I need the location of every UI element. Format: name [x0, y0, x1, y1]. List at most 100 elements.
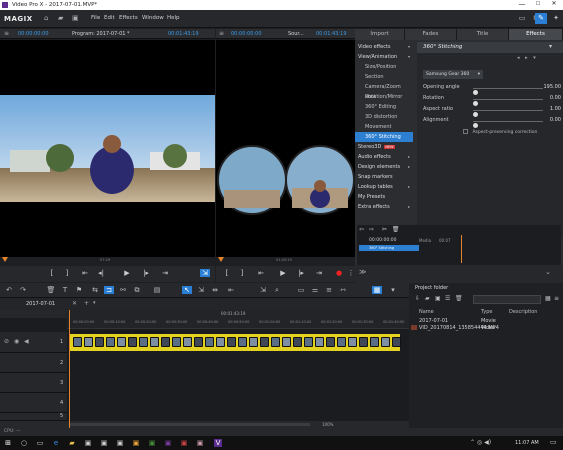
redo-arrow-icon[interactable]: ⇨ [369, 226, 374, 233]
expand-arrow-icon[interactable]: ▾ [408, 42, 410, 52]
delete-icon[interactable]: 🗑 [46, 286, 56, 294]
edge-browser-icon[interactable]: e [52, 439, 60, 447]
ripple-icon[interactable]: ⊐ [104, 286, 114, 294]
tab-menu-icon[interactable]: ▾ [93, 300, 96, 306]
system-tray-icons[interactable]: ⌃ ◎ ◀) [470, 439, 491, 446]
category-item[interactable]: Snap markers [355, 172, 413, 182]
taskbar-app-icon[interactable]: ▣ [180, 439, 188, 447]
split-icon[interactable]: ⇆ [90, 286, 100, 294]
notification-icon[interactable]: ▭ [550, 438, 557, 446]
trim-view-icon[interactable]: ⇿ [338, 286, 348, 294]
category-item[interactable]: View/Animation ▾ [355, 52, 413, 62]
timeline-horizontal-scrollbar[interactable] [70, 423, 310, 426]
mark-out-icon[interactable]: ] [237, 269, 247, 277]
collapse-panel-icon[interactable]: ≫ [359, 268, 366, 276]
go-start-icon[interactable]: ⇤ [256, 269, 266, 277]
go-end-icon[interactable]: ⇥ [314, 269, 324, 277]
mini-effect-track[interactable]: 360° Stitching [359, 245, 419, 251]
go-start-icon[interactable]: ⇤ [80, 269, 90, 277]
video-pro-x-taskbar-icon[interactable]: V [214, 439, 222, 447]
list-icon[interactable]: ☰ [445, 295, 450, 302]
taskbar-app-icon[interactable]: ▣ [100, 439, 108, 447]
taskbar-app-icon[interactable]: ▣ [164, 439, 172, 447]
mark-out-icon[interactable]: ] [62, 269, 72, 277]
task-view-icon[interactable]: ▭ [36, 439, 44, 447]
project-search-input[interactable] [473, 295, 541, 304]
col-name[interactable]: Name [419, 309, 434, 315]
panel-chevron-icon[interactable]: ⌄ [545, 268, 551, 276]
redo-icon[interactable]: ↷ [18, 286, 28, 294]
source-monitor-view[interactable] [216, 40, 355, 257]
program-timecode-start[interactable]: 00:00:00:00 [18, 31, 49, 37]
range-icon[interactable]: ⇲ [196, 286, 206, 294]
taskbar-app-icon[interactable]: ▣ [84, 439, 92, 447]
folder-icon[interactable]: ▰ [425, 295, 430, 302]
tab-project[interactable]: 2017-07-01 [26, 301, 55, 307]
expand-arrow-icon[interactable]: ▸ [408, 152, 410, 162]
fullscreen-icon[interactable]: ⇲ [200, 269, 210, 277]
expand-arrow-icon[interactable]: ▾ [408, 52, 410, 62]
category-item[interactable]: Extra effects ▸ [355, 202, 413, 212]
mark-in-icon[interactable]: [ [47, 269, 57, 277]
slider-knob[interactable] [473, 123, 478, 128]
audio-mixer-icon[interactable]: ≡ [324, 286, 334, 294]
cut-icon[interactable]: ✂ [382, 226, 387, 233]
tab-title[interactable]: Title [457, 29, 509, 40]
category-item[interactable]: Lookup tables ▸ [355, 182, 413, 192]
menu-icon[interactable]: ≡ [4, 30, 9, 37]
category-item[interactable]: Rotation/Mirror [355, 92, 413, 102]
source-timecode-start[interactable]: 00:00:00:00 [231, 31, 262, 37]
playhead-marker-icon[interactable] [2, 257, 8, 262]
close-tab-icon[interactable]: ✕ [72, 300, 77, 307]
preset-menu-icon[interactable]: ▾ [533, 55, 536, 61]
program-scrub-bar[interactable]: 07:29 [0, 257, 215, 266]
menu-file[interactable]: File [91, 15, 100, 21]
track-header-4[interactable]: 4 [0, 393, 67, 413]
group-icon[interactable]: ⧉ [132, 286, 142, 295]
menu-help[interactable]: Help [167, 15, 180, 21]
zoom-level[interactable]: 100% [322, 422, 333, 427]
razor-icon[interactable]: ⇲ [258, 286, 268, 294]
taskbar-app-icon[interactable]: ▣ [116, 439, 124, 447]
menu-effects[interactable]: Effects [119, 15, 138, 21]
alignment-slider[interactable] [473, 121, 543, 128]
camera-select[interactable]: Samsung Gear 360 ▾ [423, 70, 483, 79]
program-monitor-view[interactable] [0, 40, 215, 257]
track-header-1[interactable]: 1 ⊘ ◉ ◀ [0, 332, 67, 353]
maximize-button[interactable]: ☐ [532, 1, 544, 7]
storyboard-icon[interactable]: ▭ [296, 286, 306, 294]
source-scrub-bar[interactable]: 01:43:19 [216, 257, 355, 266]
taskbar-app-icon[interactable]: ▣ [132, 439, 140, 447]
view-mode-icon[interactable]: ✎ [535, 13, 547, 24]
param-value[interactable]: 0.00 [550, 95, 561, 101]
taskbar-app-icon[interactable]: ▣ [196, 439, 204, 447]
zoom-tool-icon[interactable]: ⌕ [272, 286, 282, 295]
delete-icon[interactable]: 🗑 [455, 295, 463, 302]
collapse-icon[interactable]: ▾ [549, 43, 552, 50]
mix-icon[interactable]: ⚌ [310, 286, 320, 294]
title-text-icon[interactable]: T [60, 286, 70, 294]
export-icon[interactable]: ▭ [516, 13, 528, 24]
preset-next-icon[interactable]: ▸ [525, 55, 528, 61]
expand-arrow-icon[interactable]: ▸ [408, 182, 410, 192]
aspect-ratio-slider[interactable] [473, 110, 543, 117]
save-icon[interactable]: ▣ [72, 14, 82, 23]
record-icon[interactable]: ● [334, 269, 344, 277]
add-tab-icon[interactable]: + [84, 300, 89, 307]
category-item[interactable]: 3D distortion [355, 112, 413, 122]
rotation-slider[interactable] [473, 99, 543, 106]
menu-edit[interactable]: Edit [104, 15, 115, 21]
track-header-3[interactable]: 3 [0, 373, 67, 393]
col-description[interactable]: Description [509, 309, 537, 315]
tab-import[interactable]: Import [355, 29, 405, 40]
program-timecode-end[interactable]: 00:01:43:19 [168, 31, 199, 37]
play-icon[interactable]: ▶ [122, 269, 132, 277]
mini-playhead[interactable] [461, 235, 462, 263]
go-end-icon[interactable]: ⇥ [160, 269, 170, 277]
video-clip[interactable]: VID_20170814_135854444_MVP - 360°Stitchi… [70, 330, 401, 351]
timeline-view-icon[interactable]: ▦ [372, 286, 382, 294]
param-value[interactable]: 195.00 [544, 84, 562, 90]
col-type[interactable]: Type [481, 309, 492, 315]
menu-window[interactable]: Window [142, 15, 164, 21]
folder-icon[interactable]: ▰ [58, 14, 68, 23]
